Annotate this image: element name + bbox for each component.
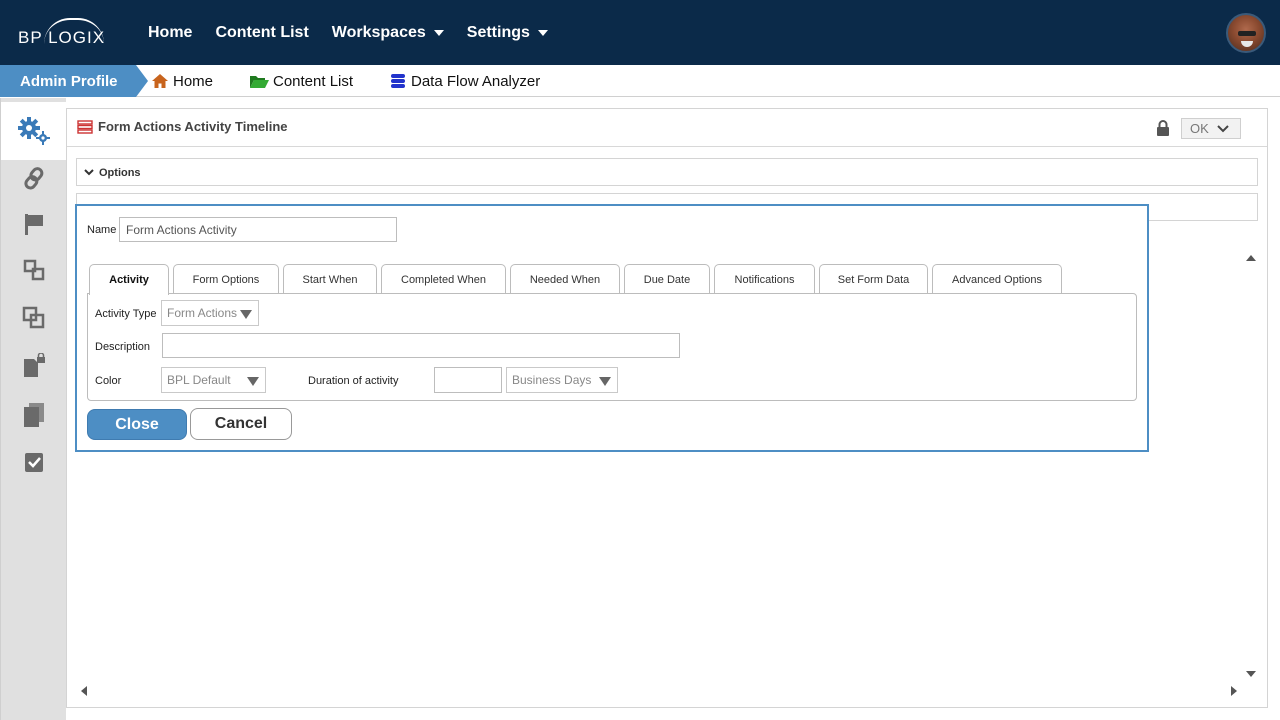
copy-frames-icon <box>22 306 45 329</box>
duration-unit-value: Business Days <box>512 373 592 387</box>
color-label: Color <box>95 375 122 387</box>
cancel-button[interactable]: Cancel <box>190 408 292 440</box>
activity-tab-panel: Activity Type Form Actions Description C… <box>87 293 1137 401</box>
chevron-down-icon <box>84 169 94 176</box>
sidebar-links[interactable] <box>1 155 67 201</box>
nav-workspaces-label: Workspaces <box>331 23 426 41</box>
scroll-left-arrow[interactable] <box>80 686 88 696</box>
dropdown-arrow-icon <box>240 310 252 319</box>
duration-unit-select[interactable]: Business Days <box>506 367 618 393</box>
activity-type-label: Activity Type <box>95 308 157 320</box>
description-input[interactable] <box>162 333 680 358</box>
scroll-right-arrow[interactable] <box>1230 686 1238 696</box>
avatar-glasses <box>1238 31 1256 36</box>
tab-form-options[interactable]: Form Options <box>173 264 279 294</box>
crumb-data-flow-analyzer[interactable]: Data Flow Analyzer <box>389 65 540 97</box>
color-select[interactable]: BPL Default <box>161 367 266 393</box>
tab-due-date[interactable]: Due Date <box>624 264 710 294</box>
scroll-down-arrow[interactable] <box>1246 670 1256 678</box>
nav-workspaces[interactable]: Workspaces <box>332 24 444 42</box>
nav-content-list-label: Content List <box>215 23 309 41</box>
nav-settings-label: Settings <box>466 23 530 41</box>
logo-text: BP LOGIX <box>18 28 106 47</box>
tab-activity[interactable]: Activity <box>89 264 169 295</box>
subprocess-icon <box>23 259 45 281</box>
options-section[interactable]: Options <box>76 158 1258 186</box>
name-input[interactable]: Form Actions Activity <box>119 217 397 242</box>
chevron-down-icon <box>1217 124 1229 132</box>
sidebar-milestones[interactable] <box>1 201 67 247</box>
name-label: Name <box>87 224 117 236</box>
color-value: BPL Default <box>167 373 231 387</box>
sidebar-documents[interactable] <box>1 392 67 438</box>
locked-document-icon <box>24 353 45 377</box>
nav-home[interactable]: Home <box>148 24 192 42</box>
caret-down-icon <box>433 29 444 36</box>
avatar-beard <box>1241 41 1253 47</box>
sidebar-locked-document[interactable] <box>1 343 67 389</box>
bp-logix-logo[interactable]: BP LOGIX <box>18 18 108 48</box>
activity-type-value: Form Actions <box>167 306 238 320</box>
nav-content-list[interactable]: Content List <box>215 24 308 42</box>
breadcrumb-bar: Admin Profile Home Content List Data Flo… <box>0 65 1280 97</box>
nav-settings[interactable]: Settings <box>467 24 548 42</box>
ok-dropdown-button[interactable]: OK <box>1181 118 1241 139</box>
sidebar-subprocess[interactable] <box>1 247 67 293</box>
folder-open-icon <box>250 76 269 88</box>
crumb-content-list-label: Content List <box>273 72 354 90</box>
sidebar-approvals[interactable] <box>1 439 67 485</box>
crumb-home[interactable]: Home <box>151 65 213 97</box>
checked-document-icon <box>25 453 43 472</box>
tab-set-form-data[interactable]: Set Form Data <box>819 264 928 294</box>
ok-label: OK <box>1190 121 1209 136</box>
dropdown-arrow-icon <box>599 377 611 386</box>
panel-header: Form Actions Activity Timeline OK <box>67 109 1267 147</box>
user-avatar[interactable] <box>1226 13 1266 53</box>
sidebar-settings[interactable] <box>1 102 67 160</box>
duration-label: Duration of activity <box>308 375 399 387</box>
flag-icon <box>25 214 43 235</box>
left-sidebar <box>0 98 67 720</box>
documents-icon <box>24 403 44 427</box>
link-icon <box>24 167 44 190</box>
top-navigation-bar: BP LOGIX Home Content List Workspaces Se… <box>0 0 1280 65</box>
tab-advanced-options[interactable]: Advanced Options <box>932 264 1062 294</box>
home-icon <box>152 74 168 88</box>
gears-icon <box>18 117 50 145</box>
sidebar-copy[interactable] <box>1 295 67 341</box>
crumb-content-list[interactable]: Content List <box>249 65 353 97</box>
tab-start-when[interactable]: Start When <box>283 264 377 294</box>
lock-icon[interactable] <box>1156 120 1170 136</box>
tab-needed-when[interactable]: Needed When <box>510 264 620 294</box>
crumb-data-flow-analyzer-label: Data Flow Analyzer <box>411 72 541 90</box>
panel-title: Form Actions Activity Timeline <box>98 119 288 134</box>
tab-completed-when[interactable]: Completed When <box>381 264 506 294</box>
close-button[interactable]: Close <box>87 409 187 440</box>
admin-profile-crumb[interactable]: Admin Profile <box>0 65 148 97</box>
dropdown-arrow-icon <box>247 377 259 386</box>
crumb-home-label: Home <box>173 72 214 90</box>
database-icon <box>391 74 405 88</box>
duration-input[interactable] <box>434 367 502 393</box>
timeline-icon <box>77 120 93 134</box>
options-label: Options <box>99 167 141 179</box>
caret-down-icon <box>537 29 548 36</box>
tab-notifications[interactable]: Notifications <box>714 264 815 294</box>
description-label: Description <box>95 341 151 353</box>
activity-dialog: Name Form Actions Activity Activity Form… <box>75 204 1149 452</box>
activity-type-select[interactable]: Form Actions <box>161 300 259 326</box>
scroll-up-arrow[interactable] <box>1246 254 1256 262</box>
nav-home-label: Home <box>148 23 193 41</box>
main-menu: Home Content List Workspaces Settings <box>148 0 571 65</box>
